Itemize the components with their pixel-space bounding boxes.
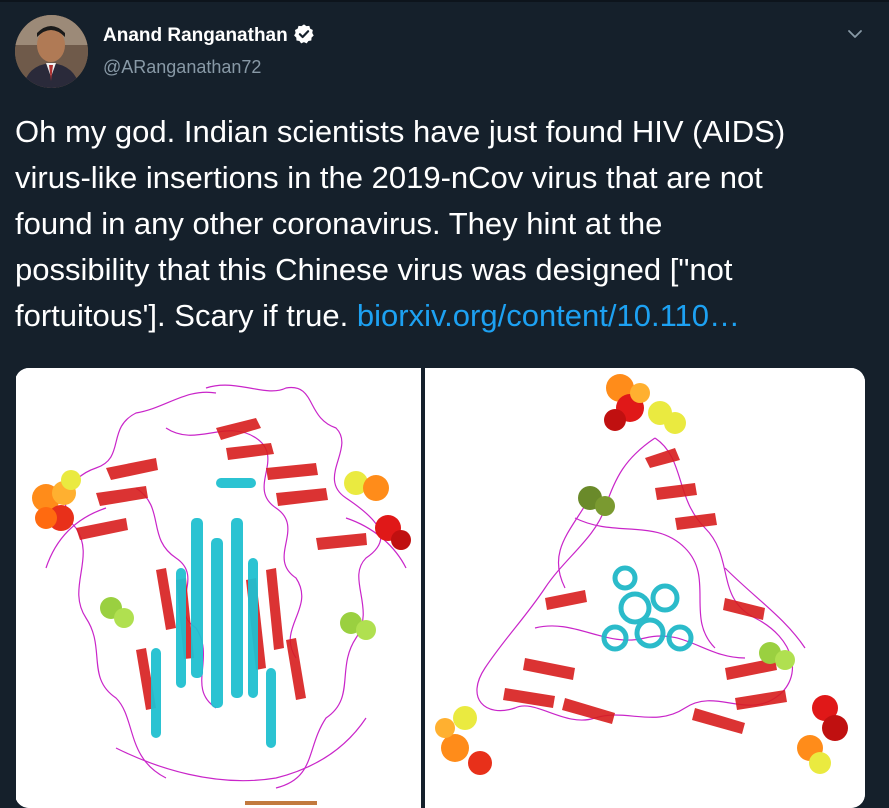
author-handle[interactable]: @ARanganathan72 xyxy=(103,55,261,79)
protein-structure-side-view-image xyxy=(16,368,421,808)
avatar[interactable] xyxy=(15,15,88,88)
media-grid xyxy=(15,368,865,808)
tweet-text-line-last: fortuitous']. Scary if true. biorxiv.org… xyxy=(15,293,875,339)
tweet-text-line: Oh my god. Indian scientists have just f… xyxy=(15,114,786,149)
verified-badge-icon xyxy=(293,23,315,45)
tweet-text: Oh my god. Indian scientists have just f… xyxy=(15,109,875,339)
tweet-link[interactable]: biorxiv.org/content/10.110… xyxy=(357,298,740,333)
author-name-text[interactable]: Anand Ranganathan xyxy=(103,25,288,46)
author-name[interactable]: Anand Ranganathan xyxy=(103,23,315,49)
avatar-photo-icon xyxy=(15,15,88,88)
tweet-text-line: found in any other coronavirus. They hin… xyxy=(15,206,663,241)
media-image-left[interactable] xyxy=(16,368,421,808)
protein-structure-top-view-image xyxy=(425,368,865,808)
bottom-edge-fragment xyxy=(245,801,317,805)
tweet-text-fragment: fortuitous']. Scary if true. xyxy=(15,298,357,333)
chevron-down-icon[interactable] xyxy=(845,24,865,44)
top-divider xyxy=(0,0,889,2)
media-image-right[interactable] xyxy=(425,368,865,808)
tweet-text-line: possibility that this Chinese virus was … xyxy=(15,252,733,287)
tweet-text-line: virus-like insertions in the 2019-nCov v… xyxy=(15,160,763,195)
